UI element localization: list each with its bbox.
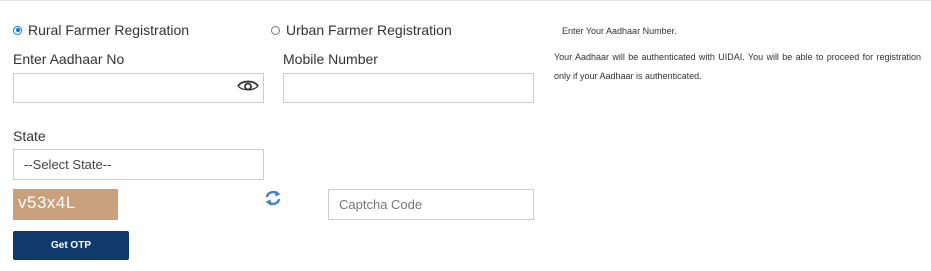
- top-divider: [0, 0, 931, 1]
- rural-registration-label: Rural Farmer Registration: [28, 22, 190, 38]
- get-otp-button[interactable]: Get OTP: [13, 231, 129, 260]
- aadhaar-label: Enter Aadhaar No: [13, 51, 125, 67]
- radio-unchecked-icon[interactable]: [271, 25, 280, 35]
- refresh-icon[interactable]: [264, 189, 282, 207]
- rural-registration-radio[interactable]: Rural Farmer Registration: [13, 22, 189, 38]
- mobile-label: Mobile Number: [283, 51, 378, 67]
- captcha-image: v53x4L: [13, 189, 118, 220]
- captcha-input[interactable]: [328, 189, 534, 220]
- urban-registration-radio[interactable]: Urban Farmer Registration: [271, 22, 452, 38]
- aadhaar-input[interactable]: [13, 73, 264, 103]
- radio-checked-icon[interactable]: [13, 25, 22, 35]
- state-label: State: [13, 128, 46, 144]
- urban-registration-label: Urban Farmer Registration: [286, 22, 452, 38]
- info-description: Your Aadhaar will be authenticated with …: [554, 52, 921, 81]
- state-select[interactable]: --Select State--: [13, 149, 264, 180]
- mobile-input[interactable]: [283, 73, 534, 103]
- eye-icon[interactable]: [237, 79, 259, 93]
- info-title: Enter Your Aadhaar Number.: [562, 26, 677, 36]
